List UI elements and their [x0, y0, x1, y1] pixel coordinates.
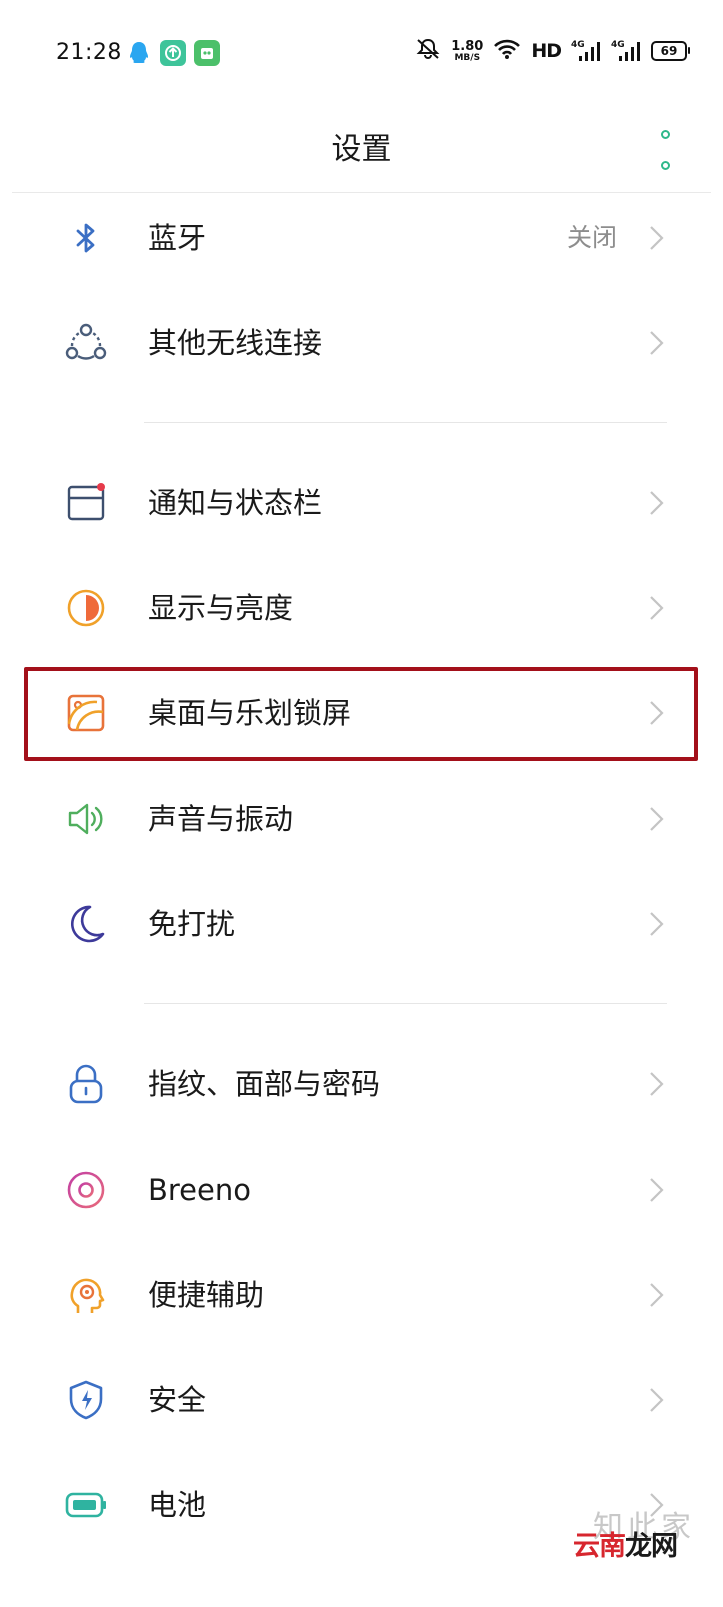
sound-icon — [62, 795, 110, 843]
item-label: 指纹、面部与密码 — [148, 1067, 381, 1101]
moon-icon — [62, 900, 110, 948]
chevron-right-icon — [650, 1178, 664, 1202]
chevron-right-icon — [650, 1072, 664, 1096]
item-label: 安全 — [148, 1383, 207, 1417]
battery-icon — [62, 1481, 110, 1529]
settings-item-dnd[interactable]: 免打扰 — [24, 872, 695, 976]
battery-indicator: 69 — [651, 41, 690, 61]
connections-icon — [62, 319, 110, 367]
section-divider — [144, 1003, 667, 1004]
brightness-icon — [62, 584, 110, 632]
shield-icon — [62, 1376, 110, 1424]
hd-badge: HD — [531, 40, 562, 62]
item-value: 关闭 — [566, 223, 617, 252]
settings-item-security[interactable]: 安全 — [24, 1348, 695, 1452]
chevron-right-icon — [650, 1388, 664, 1412]
more-options-icon[interactable] — [653, 130, 677, 170]
chevron-right-icon — [650, 491, 664, 515]
settings-item-sound[interactable]: 声音与振动 — [24, 767, 695, 871]
settings-item-notifications[interactable]: 通知与状态栏 — [24, 451, 695, 555]
status-bar: 21:28 1.80 MB/S HD 4G 4G 69 — [0, 0, 723, 110]
qq-icon — [126, 40, 152, 66]
chevron-right-icon — [650, 1283, 664, 1307]
mute-bell-icon — [415, 38, 441, 64]
item-label: 声音与振动 — [148, 802, 294, 836]
watermark-bottom: 云南龙网 — [573, 1531, 678, 1562]
chevron-right-icon — [650, 912, 664, 936]
settings-item-fingerprint[interactable]: 指纹、面部与密码 — [24, 1032, 695, 1136]
item-label: 免打扰 — [148, 907, 236, 941]
breeno-icon — [62, 1166, 110, 1214]
settings-item-wireless[interactable]: 其他无线连接 — [24, 291, 695, 395]
network-speed: 1.80 MB/S — [451, 38, 484, 63]
signal-1-icon: 4G — [571, 40, 601, 62]
highlight-box — [24, 667, 698, 761]
settings-item-breeno[interactable]: Breeno — [24, 1138, 695, 1242]
wifi-icon — [493, 38, 521, 64]
title-bar: 设置 — [12, 110, 711, 193]
settings-item-display[interactable]: 显示与亮度 — [24, 556, 695, 660]
page-title: 设置 — [331, 132, 392, 167]
item-label: 便捷辅助 — [148, 1278, 265, 1312]
item-label: Breeno — [148, 1173, 251, 1207]
item-label: 蓝牙 — [148, 221, 207, 255]
item-label: 电池 — [148, 1488, 207, 1522]
assist-icon — [62, 1271, 110, 1319]
settings-item-bluetooth[interactable]: 蓝牙 关闭 — [24, 186, 695, 290]
chevron-right-icon — [650, 226, 664, 250]
lock-icon — [62, 1060, 110, 1108]
item-label: 其他无线连接 — [148, 326, 323, 360]
section-divider — [144, 422, 667, 423]
chevron-right-icon — [650, 807, 664, 831]
upload-app-icon — [160, 40, 186, 66]
status-icons: 1.80 MB/S HD 4G 4G 69 — [415, 38, 690, 64]
settings-item-assist[interactable]: 便捷辅助 — [24, 1243, 695, 1347]
item-label: 显示与亮度 — [148, 591, 294, 625]
bluetooth-icon — [62, 214, 110, 262]
signal-2-icon: 4G — [611, 40, 641, 62]
item-label: 通知与状态栏 — [148, 486, 323, 520]
store-app-icon — [194, 40, 220, 66]
chevron-right-icon — [650, 331, 664, 355]
status-time: 21:28 — [56, 40, 122, 65]
notification-icon — [62, 479, 110, 527]
chevron-right-icon — [650, 596, 664, 620]
